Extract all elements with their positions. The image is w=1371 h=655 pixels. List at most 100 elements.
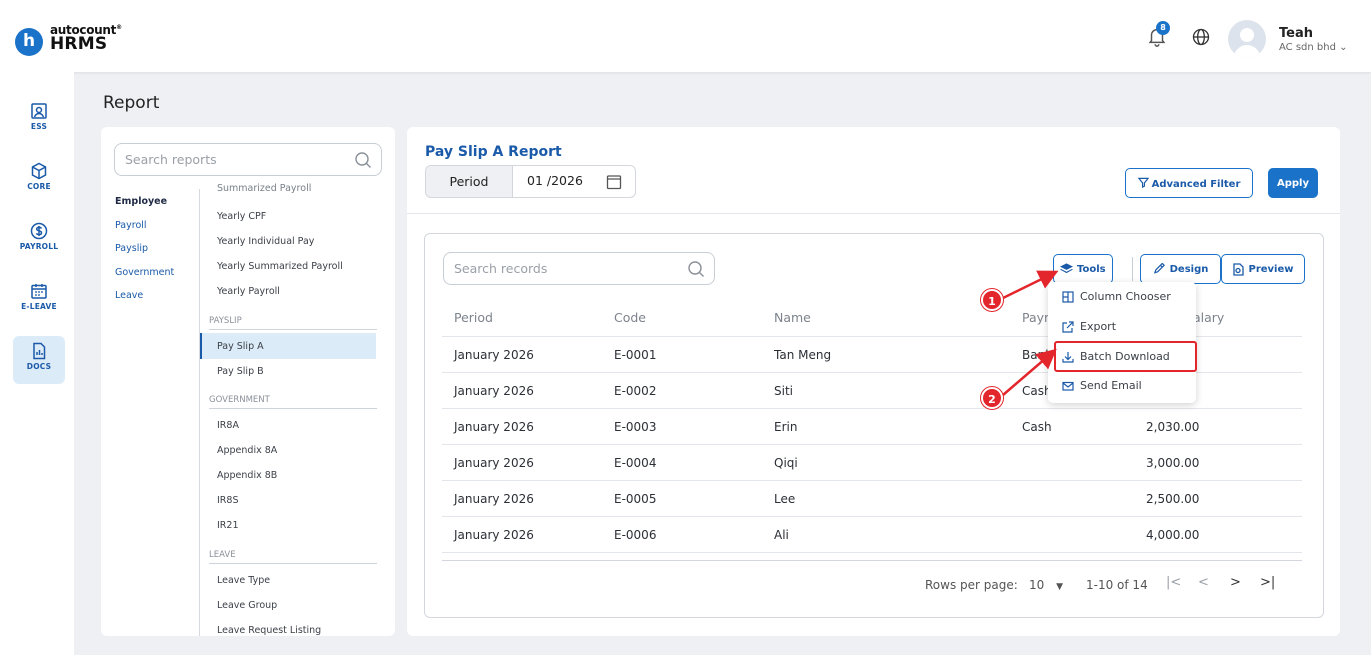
cell-period: January 2026 xyxy=(454,384,534,398)
top-header: h autocount® HRMS 8 Teah AC sdn bhd ⌄ xyxy=(0,0,1371,72)
cell-code: E-0003 xyxy=(614,420,657,434)
advanced-filter-label: Advanced Filter xyxy=(1151,178,1241,190)
report-item-ir21[interactable]: IR21 xyxy=(217,520,239,531)
table-row[interactable]: January 2026 E-0005 Lee 2,500.00 xyxy=(442,481,1302,517)
report-item-summarized-payroll[interactable]: Summarized Payroll xyxy=(217,183,311,194)
rows-per-page-value: 10 xyxy=(1029,578,1045,592)
cell-salary: 3,000.00 xyxy=(1146,456,1200,470)
last-page-icon[interactable]: >| xyxy=(1260,575,1275,590)
column-header-period[interactable]: Period xyxy=(454,310,493,325)
nav-divider xyxy=(199,189,200,636)
design-button[interactable]: Design xyxy=(1140,254,1221,284)
report-item-leave-request-listing[interactable]: Leave Request Listing xyxy=(217,625,321,636)
menu-item-send-email[interactable]: Send Email xyxy=(1062,379,1142,392)
rail-core[interactable]: CORE xyxy=(13,156,65,204)
rows-per-page-select[interactable]: 10 ▼ xyxy=(1029,578,1063,592)
rail-eleave-label: E-LEAVE xyxy=(21,302,57,311)
report-item-appendix-8b[interactable]: Appendix 8B xyxy=(217,470,277,481)
rail-payroll[interactable]: PAYROLL xyxy=(13,216,65,264)
cell-name: Siti xyxy=(774,384,793,398)
document-chart-icon xyxy=(33,342,46,360)
cell-name: Ali xyxy=(774,528,789,542)
layers-icon xyxy=(1060,263,1073,274)
report-item-leave-group[interactable]: Leave Group xyxy=(217,600,277,611)
export-icon xyxy=(1062,320,1074,333)
tools-button[interactable]: Tools xyxy=(1053,254,1113,284)
cube-icon xyxy=(31,162,47,180)
category-payroll[interactable]: Payroll xyxy=(115,220,147,231)
report-item-pay-slip-a[interactable]: Pay Slip A xyxy=(217,341,264,352)
cell-period: January 2026 xyxy=(454,420,534,434)
logo-mark[interactable]: h xyxy=(15,28,43,56)
search-records-input[interactable] xyxy=(454,261,674,276)
pagination-range: 1-10 of 14 xyxy=(1086,578,1148,592)
preview-icon xyxy=(1233,262,1245,276)
table-row[interactable]: January 2026 E-0003 Erin Cash 2,030.00 xyxy=(442,409,1302,445)
first-page-icon[interactable]: |< xyxy=(1166,575,1181,590)
report-title: Pay Slip A Report xyxy=(425,144,562,160)
column-header-code[interactable]: Code xyxy=(614,310,646,325)
rows-per-page-label: Rows per page: xyxy=(925,578,1018,592)
rail-ess[interactable]: ESS xyxy=(13,96,65,144)
table-row[interactable]: January 2026 E-0004 Qiqi 3,000.00 xyxy=(442,445,1302,481)
period-field[interactable]: Period 01 /2026 xyxy=(425,165,636,198)
menu-label: Column Chooser xyxy=(1080,290,1171,303)
category-employee[interactable]: Employee xyxy=(115,196,167,207)
section-leave: LEAVE xyxy=(209,550,377,564)
search-icon[interactable] xyxy=(354,151,372,169)
table-row[interactable]: January 2026 E-0006 Ali 4,000.00 xyxy=(442,517,1302,553)
notification-badge: 8 xyxy=(1156,21,1170,35)
apply-button[interactable]: Apply xyxy=(1268,168,1318,198)
step-badge-2: 2 xyxy=(981,387,1003,409)
rail-docs[interactable]: DOCS xyxy=(13,336,65,384)
report-item-yearly-individual-pay[interactable]: Yearly Individual Pay xyxy=(217,236,314,247)
cell-salary: 2,030.00 xyxy=(1146,420,1200,434)
search-reports-field[interactable] xyxy=(114,143,382,176)
section-government: GOVERNMENT xyxy=(209,395,377,409)
report-panel: Pay Slip A Report Period 01 /2026 Advanc… xyxy=(407,127,1340,636)
toolbar-divider xyxy=(1132,257,1133,281)
cell-period: January 2026 xyxy=(454,456,534,470)
preview-button[interactable]: Preview xyxy=(1221,254,1305,284)
report-item-yearly-cpf[interactable]: Yearly CPF xyxy=(217,211,266,222)
prev-page-icon[interactable]: < xyxy=(1198,575,1209,590)
user-name[interactable]: Teah xyxy=(1279,26,1313,41)
rail-ess-label: ESS xyxy=(30,122,48,131)
column-header-salary[interactable]: alary xyxy=(1193,310,1224,325)
category-payslip[interactable]: Payslip xyxy=(115,243,148,254)
cell-payment: Cash xyxy=(1022,420,1052,434)
calendar-picker-icon[interactable] xyxy=(606,174,622,190)
globe-icon[interactable] xyxy=(1191,27,1211,47)
rail-docs-label: DOCS xyxy=(26,362,52,371)
advanced-filter-button[interactable]: Advanced Filter xyxy=(1125,168,1253,198)
report-item-ir8a[interactable]: IR8A xyxy=(217,420,239,431)
search-records-field[interactable] xyxy=(443,252,715,285)
next-page-icon[interactable]: > xyxy=(1230,575,1241,590)
category-government[interactable]: Government xyxy=(115,267,174,278)
search-reports-input[interactable] xyxy=(125,152,345,167)
report-item-yearly-summarized-payroll[interactable]: Yearly Summarized Payroll xyxy=(217,261,343,272)
section-divider xyxy=(407,213,1340,214)
cell-period: January 2026 xyxy=(454,348,534,362)
tools-label: Tools xyxy=(1077,263,1106,275)
module-rail: ESS CORE PAYROLL E-LEAVE DOCS xyxy=(0,72,74,655)
search-icon[interactable] xyxy=(687,260,705,278)
report-item-pay-slip-b[interactable]: Pay Slip B xyxy=(217,366,264,377)
report-item-ir8s[interactable]: IR8S xyxy=(217,495,238,506)
report-item-yearly-payroll[interactable]: Yearly Payroll xyxy=(217,286,280,297)
company-switcher[interactable]: AC sdn bhd ⌄ xyxy=(1279,42,1348,53)
cell-code: E-0006 xyxy=(614,528,657,542)
menu-item-column-chooser[interactable]: Column Chooser xyxy=(1062,290,1171,303)
report-item-appendix-8a[interactable]: Appendix 8A xyxy=(217,445,277,456)
report-item-leave-type[interactable]: Leave Type xyxy=(217,575,270,586)
avatar[interactable] xyxy=(1228,20,1266,58)
menu-item-export[interactable]: Export xyxy=(1062,320,1116,333)
cell-name: Qiqi xyxy=(774,456,798,470)
category-leave[interactable]: Leave xyxy=(115,290,143,301)
rail-eleave[interactable]: E-LEAVE xyxy=(13,276,65,324)
dropdown-caret-icon: ▼ xyxy=(1056,582,1064,592)
column-header-name[interactable]: Name xyxy=(774,310,811,325)
app-logo[interactable]: autocount® HRMS xyxy=(50,24,122,53)
cell-code: E-0005 xyxy=(614,492,657,506)
period-value[interactable]: 01 /2026 xyxy=(527,173,583,188)
